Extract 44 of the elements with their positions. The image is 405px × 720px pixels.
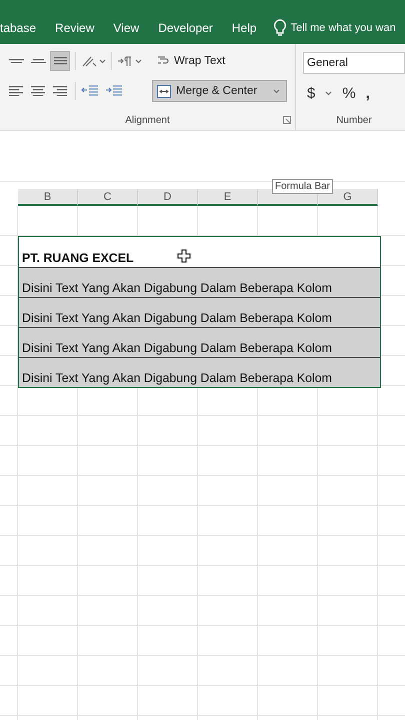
align-lines-icon [30,58,46,64]
caret-icon [99,58,106,64]
align-lines-icon [53,86,67,96]
percent-button[interactable]: % [342,84,356,102]
align-lines-icon [8,58,24,64]
column-header[interactable]: G [318,189,378,206]
indent-increase-icon[interactable] [105,84,123,98]
ribbon-tab[interactable]: Developer [158,21,213,35]
merged-cell[interactable]: Disini Text Yang Akan Digabung Dalam Beberapa Kolom [18,328,381,358]
indent-decrease-icon[interactable] [81,84,99,98]
orientation-icon[interactable] [81,54,97,68]
align-lines-icon [9,86,23,96]
align-lines-icon [31,86,45,96]
merged-cell[interactable]: Disini Text Yang Akan Digabung Dalam Beberapa Kolom [18,358,381,388]
merged-cell[interactable]: Disini Text Yang Akan Digabung Dalam Beberapa Kolom [18,268,381,298]
column-header[interactable]: B [18,189,78,206]
column-header[interactable]: E [198,189,258,206]
merge-icon [157,84,171,98]
merge-center-button[interactable]: Merge & Center [152,80,288,102]
ribbon-tab[interactable]: View [113,21,140,35]
column-header[interactable]: D [138,189,198,206]
group-label: Number [336,114,372,126]
group-label: Alignment [125,114,170,126]
move-cursor-icon [177,249,191,263]
tell-me-field[interactable]: Tell me what you wan [290,22,396,34]
paragraph-icon[interactable] [117,55,133,67]
ribbon-tab[interactable]: Review [55,21,94,35]
column-header[interactable]: C [78,189,138,206]
ribbon-tab[interactable]: tabase [0,21,36,35]
comma-button[interactable]: , [366,84,370,102]
align-lines-icon [54,57,66,65]
wrap-text-button[interactable]: Wrap Text [152,50,288,72]
merged-cell[interactable]: Disini Text Yang Akan Digabung Dalam Beberapa Kolom [18,298,381,328]
currency-button[interactable]: $ [307,84,316,102]
caret-icon [135,58,142,64]
caret-icon [273,88,280,94]
lightbulb-icon[interactable] [272,19,287,37]
align-button[interactable] [50,51,70,71]
tooltip: Formula Bar [272,179,334,194]
number-format-field[interactable]: General [303,52,405,74]
caret-icon [325,90,332,96]
ribbon-tab[interactable]: Help [232,21,257,35]
dialog-launcher-icon[interactable] [283,116,291,124]
merged-cell[interactable]: PT. RUANG EXCEL [18,236,381,268]
